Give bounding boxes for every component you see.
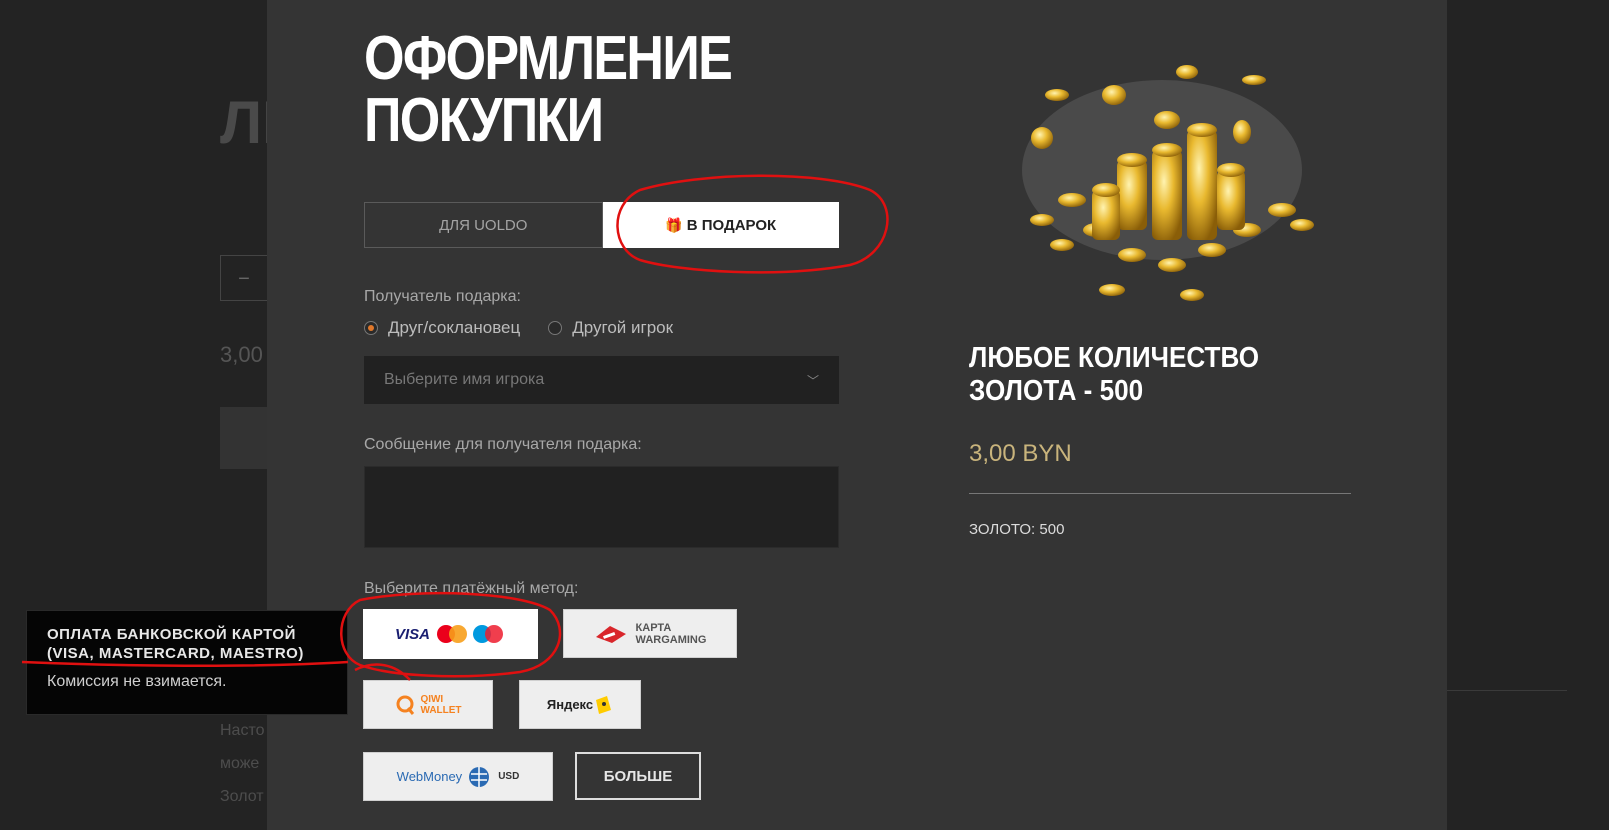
background-text-line: може (220, 755, 260, 772)
divider (969, 493, 1351, 494)
page-title-line: ПОКУПКИ (364, 86, 604, 155)
product-name: ЛЮБОЕ КОЛИЧЕСТВО ЗОЛОТА - 500 (969, 342, 1259, 408)
webmoney-label: WebMoney (396, 769, 463, 784)
message-label: Сообщение для получателя подарка: (364, 436, 642, 453)
wargaming-card-label-line: КАРТА (635, 621, 672, 634)
product-name-line: ЛЮБОЕ КОЛИЧЕСТВО (969, 342, 1259, 374)
more-payment-methods-button[interactable]: БОЛЬШЕ (575, 752, 701, 800)
player-select-placeholder: Выберите имя игрока (384, 371, 545, 388)
tab-gift-label: В ПОДАРОК (686, 216, 777, 234)
background-buy-button (220, 407, 268, 469)
yandex-label: Яндекс (546, 697, 594, 712)
payment-bank-card-button[interactable]: VISA (363, 609, 538, 659)
radio-button-checked[interactable] (364, 321, 378, 335)
webmoney-globe-icon (469, 766, 490, 787)
payment-wargaming-card-button[interactable]: КАРТА WARGAMING (563, 609, 737, 658)
checkout-modal: ОФОРМЛЕНИЕ ПОКУПКИ ДЛЯ UOLDO 🎁 В ПОДАРОК… (267, 0, 1447, 830)
qiwi-label-line: QIWI (420, 693, 444, 705)
tab-for-self[interactable]: ДЛЯ UOLDO (364, 202, 603, 248)
player-name-select[interactable]: Выберите имя игрока ﹀ (364, 356, 839, 404)
tab-gift[interactable]: 🎁 В ПОДАРОК (602, 202, 839, 248)
purchase-type-tabs: ДЛЯ UOLDO 🎁 В ПОДАРОК (364, 202, 839, 248)
tooltip-title-line: (VISA, MASTERCARD, MAESTRO) (47, 645, 304, 662)
tooltip-title: ОПЛАТА БАНКОВСКОЙ КАРТОЙ (VISA, MASTERCA… (47, 625, 327, 663)
chevron-down-icon: ﹀ (806, 373, 819, 388)
wargaming-card-label-line: WARGAMING (635, 633, 707, 646)
radio-label: Друг/соклановец (388, 318, 521, 337)
qiwi-label: QIWI WALLET (420, 694, 461, 716)
gold-coins-image (1022, 65, 1314, 301)
yandex-wallet-icon (596, 695, 612, 714)
wargaming-card-label: КАРТА WARGAMING (636, 622, 707, 646)
tooltip-subtitle: Комиссия не взимается. (47, 673, 227, 690)
product-name-line: ЗОЛОТА - 500 (969, 375, 1144, 407)
wargaming-card-icon (595, 625, 626, 643)
background-quantity-minus: − (220, 255, 268, 301)
qiwi-label-line: WALLET (420, 704, 462, 716)
page-title-line: ОФОРМЛЕНИЕ (364, 24, 733, 93)
radio-label: Другой игрок (572, 318, 674, 337)
background-price: 3,00 (220, 342, 263, 367)
page-title: ОФОРМЛЕНИЕ ПОКУПКИ (364, 24, 733, 155)
radio-other-player[interactable]: Другой игрок (548, 318, 673, 338)
payment-tooltip: ОПЛАТА БАНКОВСКОЙ КАРТОЙ (VISA, MASTERCA… (26, 610, 348, 715)
webmoney-currency: USD (498, 771, 520, 782)
gift-icon: 🎁 (665, 216, 683, 233)
background-divider (1447, 690, 1567, 691)
payment-yandex-button[interactable]: Яндекс (519, 680, 641, 729)
radio-button[interactable] (548, 321, 563, 335)
product-price: 3,00 BYN (969, 440, 1072, 467)
radio-friend-clanmate[interactable]: Друг/соклановец (364, 318, 520, 338)
payment-method-label: Выберите платёжный метод: (364, 580, 579, 597)
mastercard-icon (437, 625, 467, 643)
background-text-line: Насто (220, 722, 265, 739)
product-detail: ЗОЛОТО: 500 (969, 521, 1065, 538)
payment-qiwi-button[interactable]: QIWI WALLET (363, 680, 493, 729)
gift-message-textarea[interactable] (364, 466, 839, 548)
visa-logo: VISA (394, 625, 430, 643)
recipient-options: Друг/соклановец Другой игрок (364, 318, 673, 338)
tooltip-title-line: ОПЛАТА БАНКОВСКОЙ КАРТОЙ (47, 626, 296, 643)
recipient-label: Получатель подарка: (364, 288, 521, 305)
background-text-line: Золот (220, 788, 264, 805)
maestro-icon (473, 625, 503, 643)
payment-webmoney-button[interactable]: WebMoney USD (363, 752, 553, 801)
qiwi-icon (396, 695, 415, 715)
